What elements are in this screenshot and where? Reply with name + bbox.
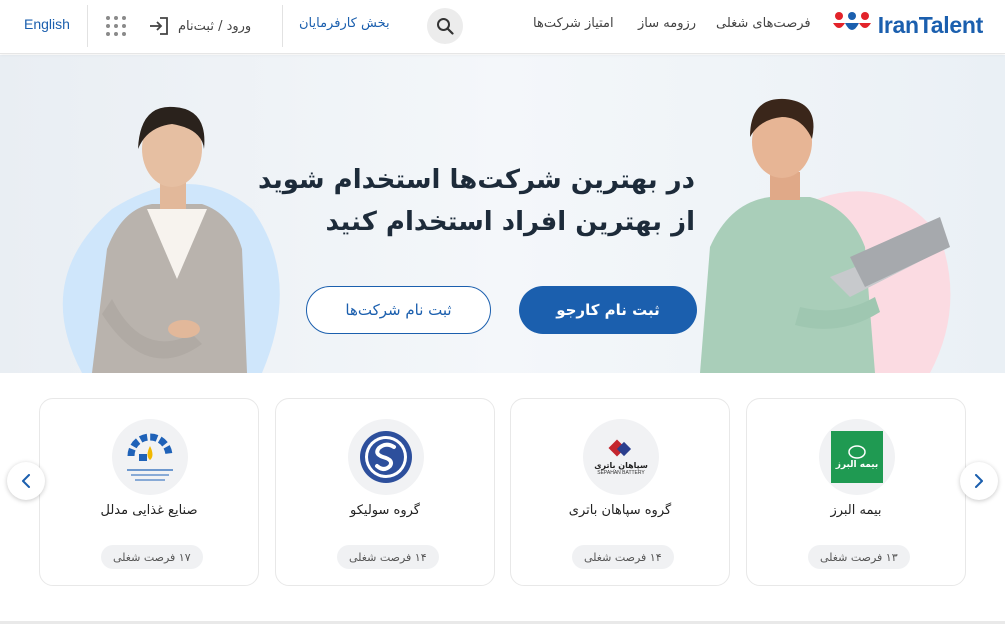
- header-divider: [87, 5, 88, 47]
- employer-section-link[interactable]: بخش کارفرمایان: [299, 16, 390, 31]
- hero-title-line2: از بهترین افراد استخدام کنید: [325, 207, 695, 237]
- job-count-badge: ۱۴ فرصت شغلی: [337, 545, 439, 569]
- company-logo: [348, 419, 424, 495]
- company-logo: [112, 419, 188, 495]
- company-name: گروه سپاهان باتری: [568, 503, 672, 518]
- login-label: ورود / ثبت‌نام: [178, 18, 252, 34]
- jobseeker-register-button[interactable]: ثبت نام کارجو: [519, 286, 697, 334]
- logo-hearts-icon: [832, 12, 871, 30]
- hero-banner: در بهترین شرکت‌ها استخدام شوید از بهترین…: [0, 55, 1005, 373]
- sepahan-emblem-icon: [608, 439, 632, 456]
- sepahan-logo-subtext: SEPAHAN BATTERY: [597, 469, 645, 476]
- login-register-link[interactable]: ورود / ثبت‌نام: [148, 14, 251, 38]
- job-count-badge: ۱۳ فرصت شغلی: [808, 545, 910, 569]
- company-card[interactable]: بیمه البرز بیمه البرز ۱۳ فرصت شغلی: [746, 398, 966, 586]
- carousel-next-button[interactable]: [960, 462, 998, 500]
- nav-jobs[interactable]: فرصت‌های شغلی: [716, 16, 811, 31]
- login-icon: [150, 17, 168, 35]
- company-card[interactable]: صنایع غذایی مدلل ۱۷ فرصت شغلی: [39, 398, 259, 586]
- company-card[interactable]: گروه سولیکو ۱۴ فرصت شغلی: [275, 398, 495, 586]
- company-card[interactable]: سپاهان باتری SEPAHAN BATTERY گروه سپاهان…: [510, 398, 730, 586]
- hero-title-line1: در بهترین شرکت‌ها استخدام شوید: [257, 165, 695, 195]
- company-name: صنایع غذایی مدلل: [100, 503, 198, 518]
- language-switch[interactable]: English: [24, 16, 70, 32]
- man-with-laptop-illustration: [700, 98, 951, 373]
- businesswoman-illustration: [62, 106, 280, 373]
- search-icon: [437, 18, 454, 35]
- nav-resume-builder[interactable]: رزومه ساز: [638, 16, 696, 31]
- nav-company-rating[interactable]: امتیاز شرکت‌ها: [533, 16, 614, 31]
- alborz-insurance-logo: بیمه البرز: [831, 431, 883, 483]
- company-name: گروه سولیکو: [350, 503, 420, 518]
- solico-logo-icon: [360, 431, 412, 483]
- apps-grid-icon[interactable]: [106, 16, 126, 36]
- alborz-emblem-icon: [848, 445, 866, 459]
- carousel-prev-button[interactable]: [7, 462, 45, 500]
- job-count-badge: ۱۴ فرصت شغلی: [572, 545, 674, 569]
- chevron-right-icon: [975, 474, 983, 488]
- job-count-badge: ۱۷ فرصت شغلی: [101, 545, 203, 569]
- chevron-left-icon: [22, 474, 30, 488]
- company-name: بیمه البرز: [830, 503, 882, 518]
- header-divider: [282, 5, 283, 47]
- irantalent-logo[interactable]: IranTalent: [832, 10, 983, 40]
- company-logo: بیمه البرز: [819, 419, 895, 495]
- site-header: IranTalent فرصت‌های شغلی رزومه ساز امتیا…: [0, 0, 1005, 54]
- logo-text: IranTalent: [877, 11, 984, 38]
- alborz-logo-text: بیمه البرز: [835, 460, 879, 470]
- modalal-food-logo-icon: [127, 433, 173, 481]
- company-logo: سپاهان باتری SEPAHAN BATTERY: [583, 419, 659, 495]
- sepahan-logo-text: سپاهان باتری: [594, 460, 648, 470]
- sepahan-battery-logo: سپاهان باتری SEPAHAN BATTERY: [594, 439, 648, 476]
- search-button[interactable]: [427, 8, 463, 44]
- company-register-button[interactable]: ثبت نام شرکت‌ها: [306, 286, 491, 334]
